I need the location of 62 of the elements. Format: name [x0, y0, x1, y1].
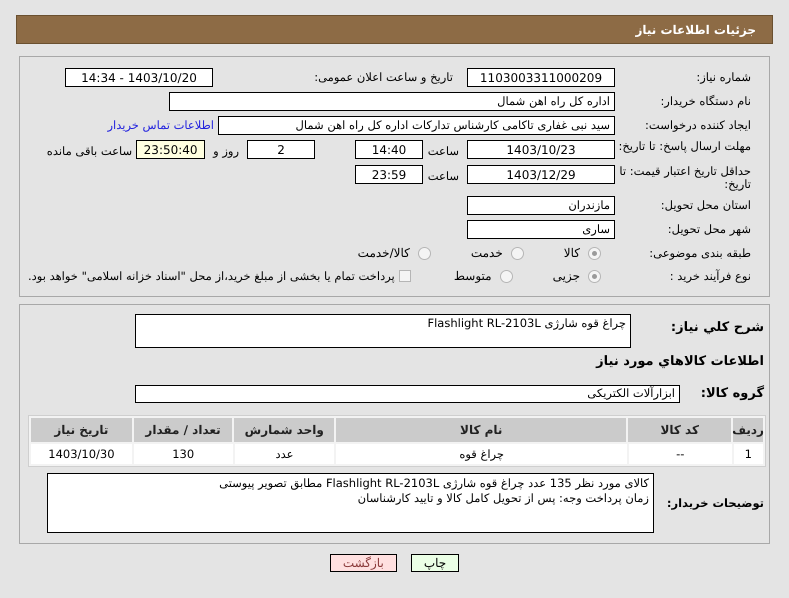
checkbox[interactable]: [398, 270, 411, 282]
province-field: مازندران: [467, 196, 615, 216]
radio-label: متوسط: [454, 268, 492, 286]
radio-button[interactable]: [510, 246, 524, 260]
announce-date-field: 1403/10/20 - 14:34: [65, 68, 213, 87]
time-label: ساعت: [426, 143, 460, 160]
days-label: روز و: [212, 143, 240, 160]
table-cell: 130: [134, 444, 233, 464]
radio-label: جزیی: [552, 268, 580, 286]
field-label: طبقه بندی موضوعی:: [648, 246, 751, 260]
field-label: تاریخ و ساعت اعلان عمومی:: [313, 71, 453, 84]
deadline-date-field: 1403/10/23: [467, 140, 615, 159]
field-label: گروه کالا:: [700, 384, 765, 403]
requester-field: سید نبی غفاری تاکامی کارشناس تدارکات اداره کل راه اهن شمال: [218, 116, 615, 135]
column-header: ردیف: [733, 418, 763, 442]
field-label: شرح کلي نياز:: [670, 319, 765, 338]
column-header: تعداد / مقدار: [134, 418, 232, 442]
group-field: ابزارآلات الکتریکی: [135, 384, 680, 402]
print-button[interactable]: چاپ: [410, 554, 460, 572]
radio-label: کالا: [564, 245, 580, 262]
validity-time-field: 23:59: [355, 165, 423, 184]
remaining-time-field: 23:50:40: [136, 140, 206, 159]
field-label: توضیحات خریدار:: [666, 494, 765, 512]
notes-line: زمان پرداخت وجه: پس از تحویل کامل کالا و تایید کارشناسان: [356, 491, 649, 506]
field-label: نام دستگاه خریدار:: [659, 95, 751, 108]
deadline-time-field: 14:40: [355, 140, 423, 159]
field-label: استان محل تحویل:: [660, 199, 751, 212]
notes-line: کالای مورد نظر 135 عدد چراغ قوه شارژی Flashlight RL-2103L مطابق تصویر پیوستی: [218, 476, 649, 492]
city-field: ساری: [467, 220, 615, 240]
days-field: 2: [247, 140, 315, 159]
column-header: نام کالا: [336, 418, 626, 442]
radio-button[interactable]: [500, 270, 513, 283]
table-cell: 1403/10/30: [31, 444, 132, 464]
buyer-contact-link[interactable]: اطلاعات تماس خریدار: [107, 116, 214, 134]
buyer-field: اداره کل راه اهن شمال: [169, 92, 615, 111]
radio-button[interactable]: [588, 270, 601, 283]
remaining-label: ساعت باقی مانده: [46, 143, 134, 160]
table-cell: --: [628, 444, 732, 464]
table-cell: 1: [734, 444, 763, 464]
time-label: ساعت: [426, 168, 460, 186]
back-button[interactable]: بازگشت: [330, 554, 397, 572]
radio-button[interactable]: [418, 246, 431, 260]
field-label: حداقل تاریخ اعتبار قیمت: تا تاریخ:: [618, 165, 751, 192]
table-cell: عدد: [234, 444, 334, 464]
field-label: ایجاد کننده درخواست:: [644, 119, 751, 132]
column-header: تاریخ نیاز: [31, 418, 132, 442]
need-number-field: 1103003311000209: [467, 68, 615, 87]
table-cell: چراغ قوه: [336, 444, 627, 464]
summary-field: چراغ قوه شارژی Flashlight RL-2103L: [135, 314, 631, 348]
column-header: واحد شمارش: [234, 418, 334, 442]
radio-label: خدمت: [470, 245, 503, 262]
radio-button[interactable]: [588, 246, 601, 260]
checkbox-label: پرداخت تمام یا بخشی از مبلغ خرید،از محل "اسناد خزانه اسلامی" خواهد بود.: [28, 268, 395, 285]
field-label: مهلت ارسال پاسخ: تا تاریخ:: [617, 140, 751, 153]
validity-date-field: 1403/12/29: [467, 165, 615, 184]
page-header: جزئیات اطلاعات نیاز: [16, 15, 773, 44]
column-header: کد کالا: [628, 418, 731, 442]
radio-label: کالا/خدمت: [358, 245, 410, 262]
section-heading: اطلاعات کالاهاي مورد نياز: [594, 353, 765, 372]
field-label: نوع فرآیند خرید :: [668, 270, 751, 283]
field-label: شهر محل تحویل:: [666, 223, 751, 236]
field-label: شماره نیاز:: [695, 71, 751, 84]
